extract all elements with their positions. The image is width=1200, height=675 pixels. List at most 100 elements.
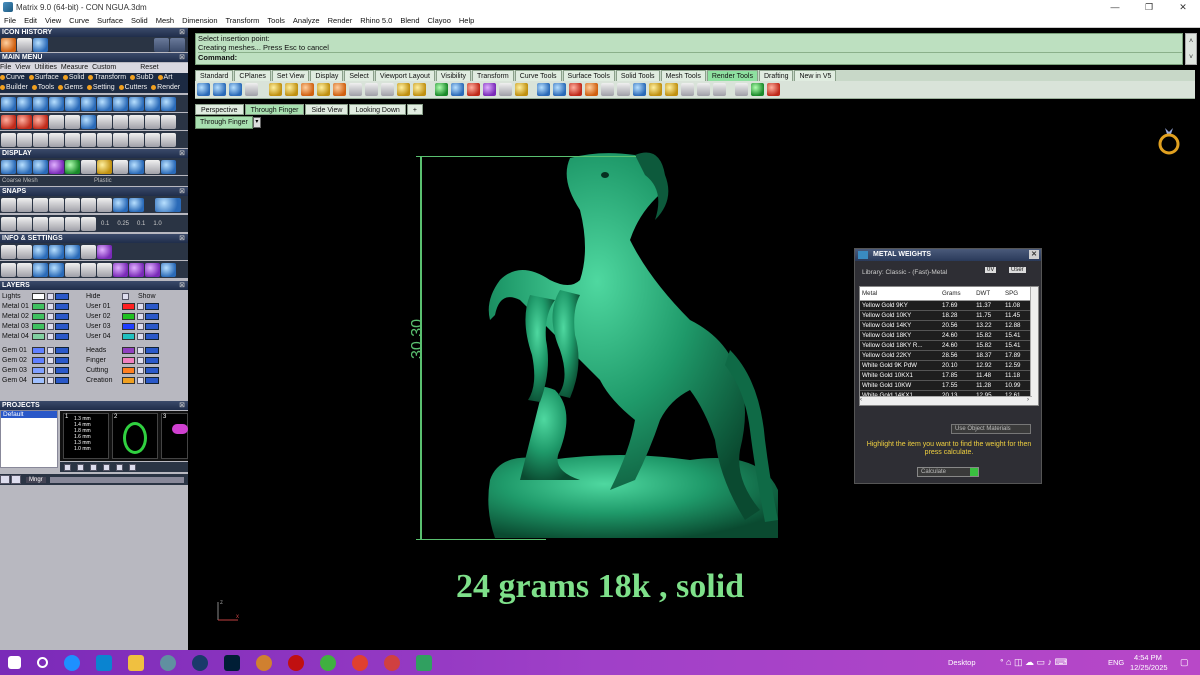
layer-color-swatch[interactable] [32,356,45,364]
calculate-go-icon[interactable] [970,468,978,476]
main-menu-tools[interactable]: Tools [31,83,54,93]
layer-visibility-icon[interactable] [145,346,159,354]
app-icon[interactable] [320,654,336,671]
main-menu-cutters[interactable]: Cutters [118,83,147,93]
history-tool-icon[interactable] [33,37,48,52]
layer-color-swatch[interactable] [122,366,135,374]
main-menu-header[interactable]: MAIN MENU ⊠ [0,53,188,62]
table-row[interactable]: Yellow Gold 22KY 28.56 18.37 17.89 [860,350,1032,361]
layer-lock-icon[interactable] [137,346,144,354]
light-icon[interactable] [413,83,426,96]
dialog-close-icon[interactable]: ✕ [1029,250,1039,259]
search-icon[interactable] [17,244,32,259]
layer-name[interactable]: User 03 [84,323,122,330]
viewport-tab[interactable]: Side View [305,104,349,115]
menu-blend[interactable]: Blend [400,16,419,25]
snap-icon[interactable] [129,197,144,212]
menu-mesh[interactable]: Mesh [156,16,174,25]
display-mode-coarse[interactable]: Coarse Mesh [0,178,94,184]
tool-icon[interactable] [97,132,112,147]
layer-lock-icon[interactable] [47,346,54,354]
toolbar-tab[interactable]: Display [310,70,344,81]
environment-icon[interactable] [697,83,710,96]
sphere-tool-icon[interactable] [1,96,16,111]
environment-icon[interactable] [633,83,646,96]
calculate-button[interactable]: Calculate [917,467,979,477]
tool-icon[interactable] [65,216,80,231]
environment-icon[interactable] [553,83,566,96]
tool-icon[interactable] [97,244,112,259]
show-layers-button[interactable]: Show [136,293,156,300]
col-spg[interactable]: SPG [1003,287,1032,301]
layer-lock-icon[interactable] [47,292,54,300]
light-icon[interactable] [397,83,410,96]
menu-curve[interactable]: Curve [69,16,89,25]
light-icon[interactable] [285,83,298,96]
main-menu-measure[interactable]: Measure [61,63,88,73]
table-row[interactable]: Yellow Gold 14KY 20.56 13.22 12.88 [860,320,1032,331]
layer-color-swatch[interactable] [32,302,45,310]
snap-icon[interactable] [33,197,48,212]
tool-icon[interactable] [113,132,128,147]
environment-icon[interactable] [537,83,550,96]
tool-icon[interactable] [145,96,160,111]
command-input[interactable]: Command: [198,52,1182,62]
tool-icon[interactable] [1,114,16,129]
toolbar-tab[interactable]: Mesh Tools [660,70,706,81]
layer-visibility-icon[interactable] [145,332,159,340]
tool-icon[interactable] [161,96,176,111]
tool-icon[interactable] [129,114,144,129]
layers-header[interactable]: LAYERS ⊠ [0,281,188,290]
desktop-label[interactable]: Desktop [948,658,976,667]
tool-icon[interactable] [129,132,144,147]
forward-arrow-icon[interactable] [170,37,185,52]
close-button[interactable]: ✕ [1166,0,1200,14]
layer-lock-icon[interactable] [137,356,144,364]
layer-color-swatch[interactable] [32,366,45,374]
add-project-icon[interactable] [0,475,10,484]
thumb-action-icon[interactable] [77,463,84,471]
toolbar-tab[interactable]: Drafting [758,70,794,81]
display-mode-icon[interactable] [1,159,16,174]
layer-color-swatch[interactable] [122,356,135,364]
main-menu-setting[interactable]: Setting [86,83,115,93]
snap-value[interactable]: 0.1 [137,221,145,227]
photoshop-icon[interactable] [224,654,240,671]
toolbar-tab[interactable]: Solid Tools [615,70,660,81]
project-item-default[interactable]: Default [1,411,57,418]
snaps-header[interactable]: SNAPS ⊠ [0,187,188,196]
app-icon[interactable] [192,654,208,671]
display-mode-icon[interactable] [65,159,80,174]
tool-icon[interactable] [33,262,48,277]
light-icon[interactable] [365,83,378,96]
layer-name[interactable]: Metal 02 [0,313,32,320]
layer-color-swatch[interactable] [122,322,135,330]
environment-icon[interactable] [569,83,582,96]
snap-toggle-icon[interactable] [155,197,181,212]
layer-color-swatch[interactable] [32,312,45,320]
layer-visibility-icon[interactable] [55,356,69,364]
history-tool-icon[interactable] [1,37,16,52]
notification-icon[interactable]: ▢ [1180,657,1189,668]
display-mode-plastic[interactable]: Plastic [94,178,112,184]
layer-color-swatch[interactable] [122,312,135,320]
snap-icon[interactable] [81,197,96,212]
layer-name[interactable]: Finger [84,357,122,364]
menu-file[interactable]: File [4,16,16,25]
layer-color-swatch[interactable] [122,376,135,384]
layer-name[interactable]: Creation [84,377,122,384]
layer-lock-icon[interactable] [47,376,54,384]
horse-model[interactable] [460,150,780,545]
viewport-tab[interactable]: Perspective [195,104,244,115]
chrome-icon[interactable] [352,654,368,671]
toolbar-tab[interactable]: CPlanes [234,70,271,81]
toolbar-tab[interactable]: Transform [472,70,514,81]
info-settings-header[interactable]: INFO & SETTINGS ⊠ [0,234,188,243]
viewport-label[interactable]: Through Finger [195,116,253,129]
viewport-tab[interactable]: Looking Down [349,104,406,115]
play-render-icon[interactable] [751,83,764,96]
menu-help[interactable]: Help [459,16,474,25]
user-library-button[interactable]: User [1009,267,1026,273]
tool-icon[interactable] [81,216,96,231]
layer-lock-icon[interactable] [47,366,54,374]
